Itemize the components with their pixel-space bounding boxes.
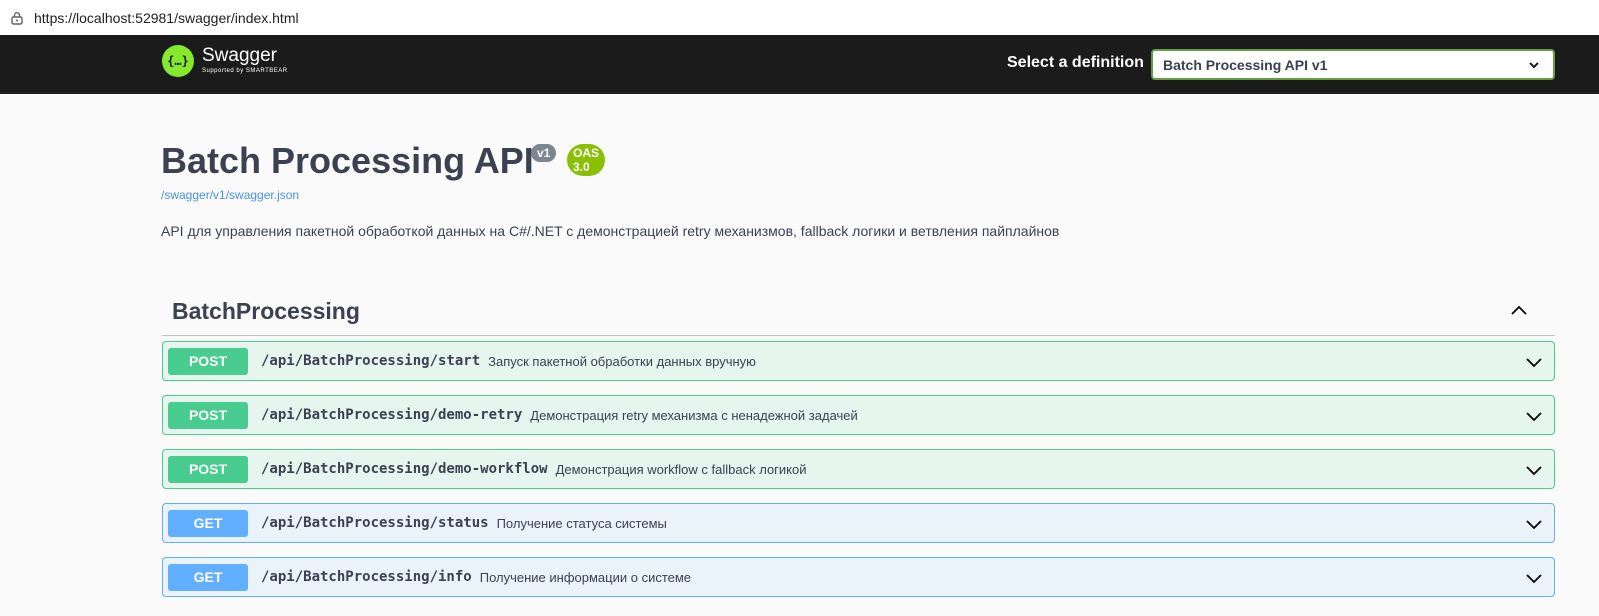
address-url[interactable]: https://localhost:52981/swagger/index.ht… <box>34 10 299 26</box>
chevron-down-icon[interactable] <box>1524 460 1544 480</box>
api-description: API для управления пакетной обработкой д… <box>161 223 1060 239</box>
operation-row[interactable]: POST /api/BatchProcessing/demo-workflow … <box>162 449 1555 489</box>
operation-summary: Демонстрация retry механизма с ненадежно… <box>530 407 858 423</box>
method-badge: GET <box>168 509 248 537</box>
operation-path: /api/BatchProcessing/info <box>261 569 472 585</box>
operation-path: /api/BatchProcessing/demo-workflow <box>261 461 548 477</box>
swagger-braces-icon: {…} <box>162 45 194 77</box>
definition-label: Select a definition <box>1007 54 1144 71</box>
chevron-down-icon <box>1529 62 1539 69</box>
swagger-topbar: {…} Swagger Supported by SMARTBEAR Selec… <box>0 35 1599 94</box>
operation-row[interactable]: GET /api/BatchProcessing/status Получени… <box>162 503 1555 543</box>
swagger-logo[interactable]: {…} Swagger Supported by SMARTBEAR <box>162 45 288 77</box>
definition-value: Batch Processing API v1 <box>1163 56 1328 73</box>
chevron-down-icon[interactable] <box>1524 568 1544 588</box>
method-badge: POST <box>168 401 248 429</box>
chevron-up-icon[interactable] <box>1509 301 1529 321</box>
version-badge: v1 <box>531 144 557 162</box>
operation-path: /api/BatchProcessing/demo-retry <box>261 407 523 423</box>
logo-subtitle: Supported by SMARTBEAR <box>202 68 288 74</box>
operation-path: /api/BatchProcessing/status <box>261 515 489 531</box>
operation-row[interactable]: POST /api/BatchProcessing/demo-retry Дем… <box>162 395 1555 435</box>
chevron-down-icon[interactable] <box>1524 406 1544 426</box>
operation-path: /api/BatchProcessing/start <box>261 353 481 369</box>
method-badge: GET <box>168 563 248 591</box>
operation-summary: Демонстрация workflow с fallback логикой <box>555 461 807 477</box>
lock-icon <box>11 11 23 25</box>
operation-summary: Получение статуса системы <box>496 515 667 531</box>
chevron-down-icon[interactable] <box>1524 352 1544 372</box>
browser-address-bar[interactable]: https://localhost:52981/swagger/index.ht… <box>0 0 1599 35</box>
spec-json-link[interactable]: /swagger/v1/swagger.json <box>161 188 299 202</box>
page-title: Batch Processing API <box>161 140 534 181</box>
tag-name: BatchProcessing <box>172 298 360 324</box>
chevron-down-icon[interactable] <box>1524 514 1544 534</box>
operation-row[interactable]: GET /api/BatchProcessing/info Получение … <box>162 557 1555 597</box>
operation-summary: Запуск пакетной обработки данных вручную <box>488 353 756 369</box>
method-badge: POST <box>168 455 248 483</box>
logo-title: Swagger <box>202 45 277 66</box>
operation-row[interactable]: POST /api/BatchProcessing/start Запуск п… <box>162 341 1555 381</box>
method-badge: POST <box>168 347 248 375</box>
tag-section-header[interactable]: BatchProcessing <box>162 287 1555 336</box>
api-info: Batch Processing API v1 OAS 3.0 /swagger… <box>161 140 606 202</box>
operation-summary: Получение информации о системе <box>479 569 692 585</box>
oas-badge: OAS 3.0 <box>567 144 606 176</box>
definition-select[interactable]: Batch Processing API v1 <box>1151 49 1555 80</box>
